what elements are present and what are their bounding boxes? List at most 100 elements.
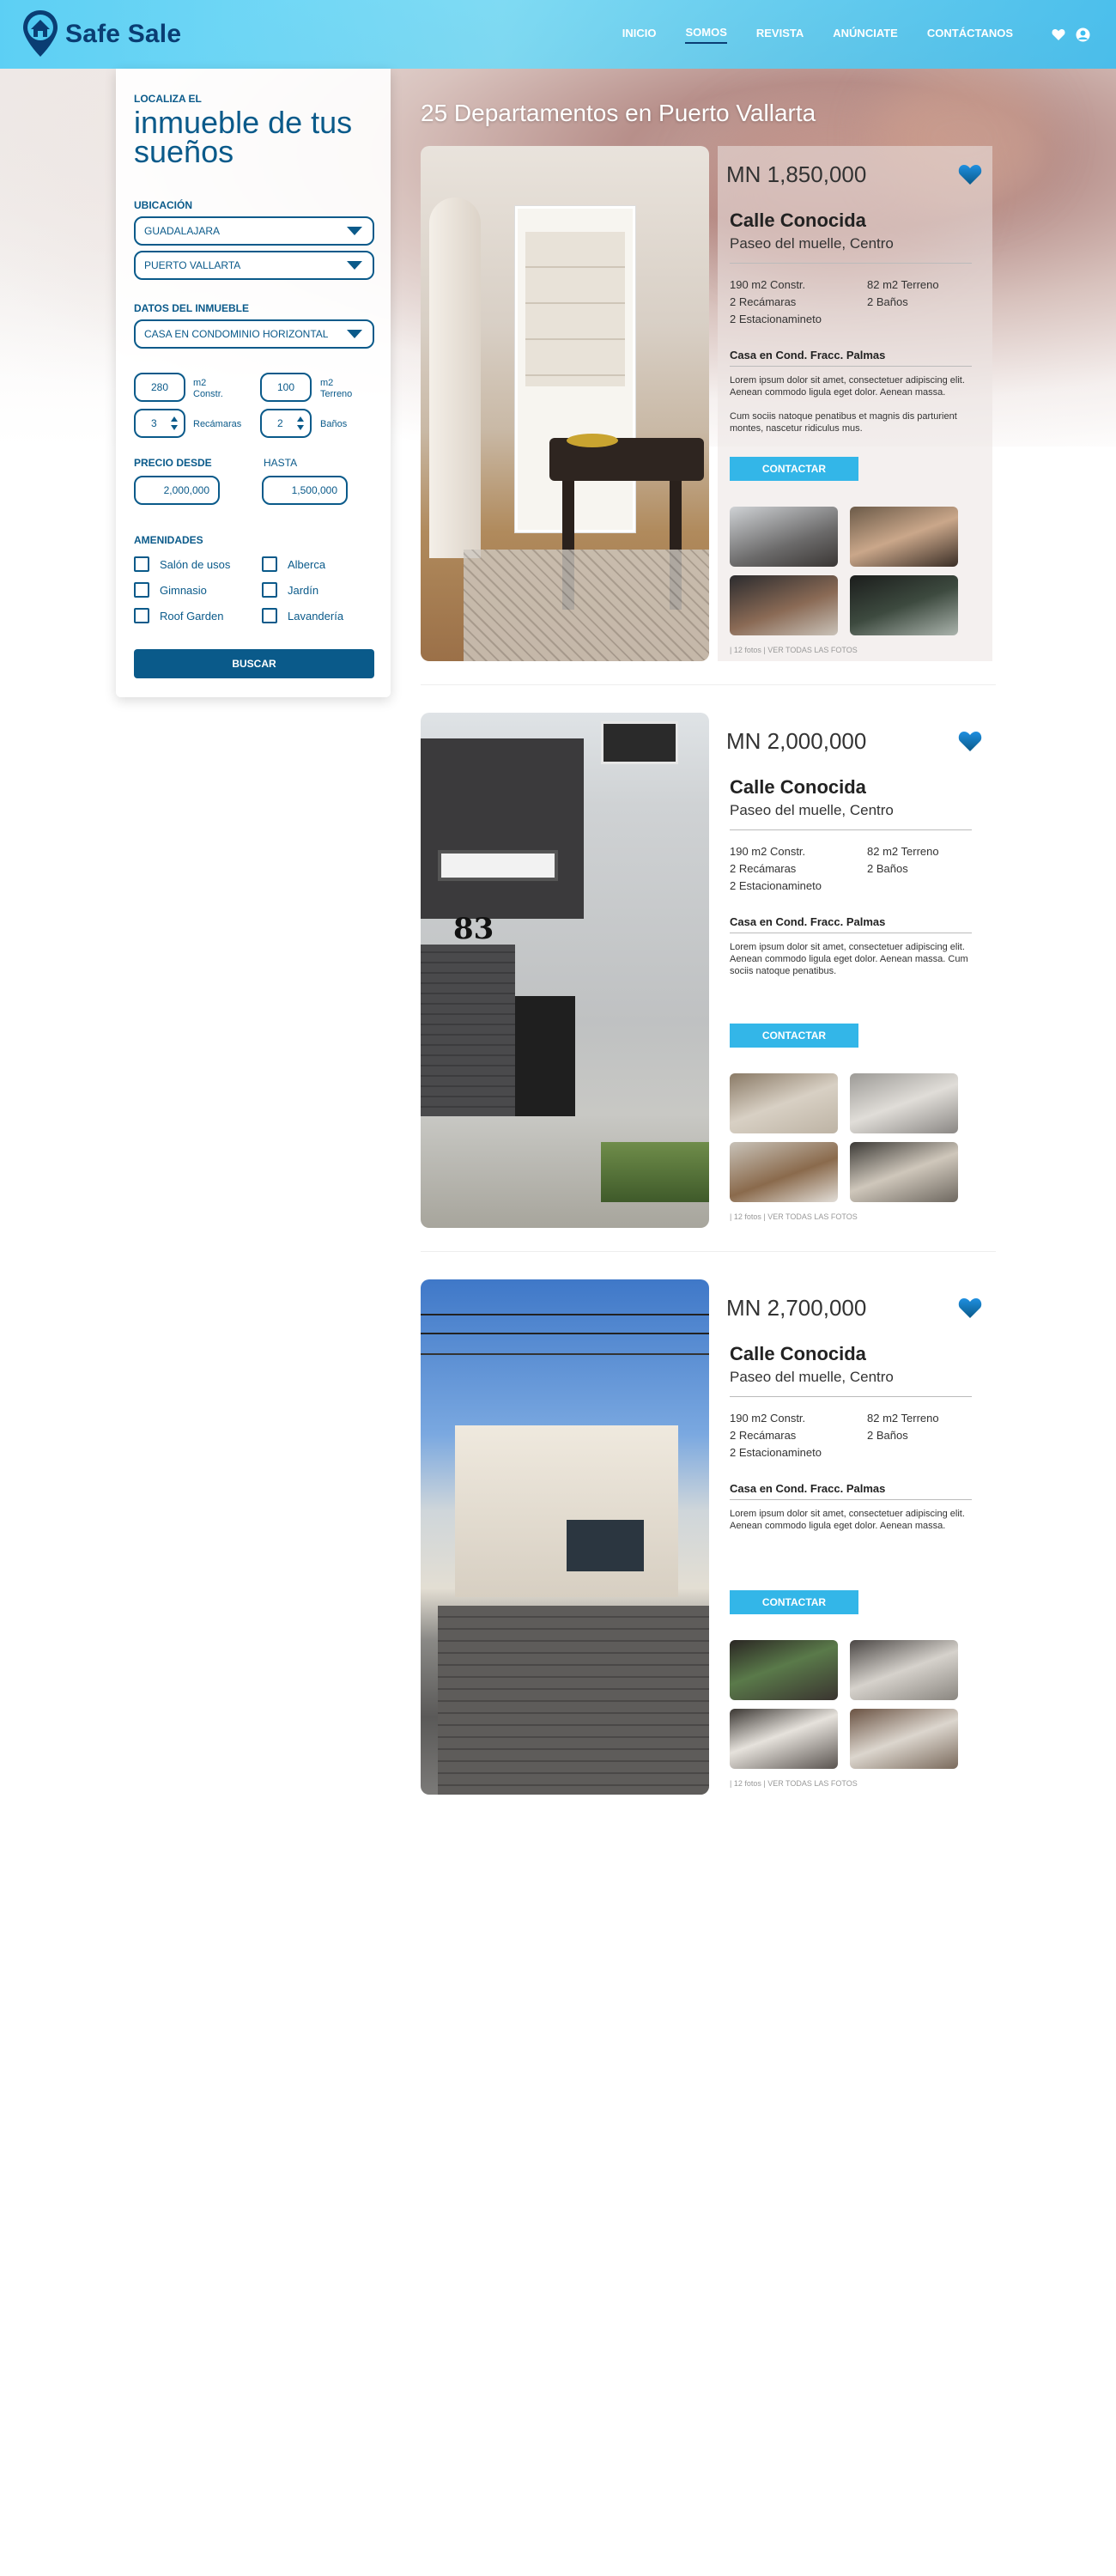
feature-terreno: 82 m2 Terreno <box>867 278 939 291</box>
recamaras-unit: Recámaras <box>193 419 242 429</box>
checkbox-icon <box>134 582 149 598</box>
listing-thumbnail[interactable] <box>730 575 838 635</box>
constr-input[interactable]: 280 <box>134 373 185 402</box>
price-to-label: HASTA <box>264 457 298 469</box>
listing-thumbnail[interactable] <box>850 507 958 567</box>
heart-icon[interactable] <box>1051 27 1066 43</box>
price-from-input[interactable]: 2,000,000 <box>134 476 220 505</box>
listing-thumbnail[interactable] <box>850 575 958 635</box>
listing-description: Lorem ipsum dolor sit amet, consectetuer… <box>730 1509 965 1531</box>
listing-area: Paseo del muelle, Centro <box>730 235 894 252</box>
amenity-label: Lavandería <box>288 609 344 623</box>
recamaras-value: 3 <box>151 417 157 429</box>
listing-price: MN 2,000,000 <box>726 728 867 754</box>
listing-thumbnail[interactable] <box>730 1640 838 1700</box>
listing-photo[interactable] <box>421 146 709 661</box>
listing-description: Cum sociis natoque penatibus et magnis d… <box>730 411 957 434</box>
terreno-value: 100 <box>276 381 295 393</box>
feature-estacionamiento: 2 Estacionamineto <box>730 1446 822 1459</box>
listing-photo[interactable]: 83 <box>421 713 709 1228</box>
contact-button[interactable]: CONTACTAR <box>730 1024 858 1048</box>
listing-separator <box>421 1251 996 1252</box>
listing-thumbnail[interactable] <box>730 1709 838 1769</box>
listing-thumbnail[interactable] <box>730 507 838 567</box>
amenity-checkbox[interactable]: Alberca <box>262 556 325 572</box>
state-select-value: GUADALAJARA <box>144 225 221 237</box>
brand-name: Safe Sale <box>65 20 182 48</box>
banos-stepper[interactable]: 2 <box>260 409 312 438</box>
main-nav: INICIO SOMOS REVISTA ANÚNCIATE CONTÁCTAN… <box>593 26 1090 44</box>
listing-description: Lorem ipsum dolor sit amet, consectetuer… <box>730 942 968 976</box>
amenity-checkbox[interactable]: Jardín <box>262 582 318 598</box>
divider <box>730 1499 972 1500</box>
listing-price: MN 2,700,000 <box>726 1295 867 1321</box>
listing-thumbnail[interactable] <box>730 1073 838 1133</box>
listing-photo[interactable] <box>421 1279 709 1795</box>
amenity-label: Roof Garden <box>160 609 224 623</box>
listing-street: Calle Conocida <box>730 776 866 798</box>
stepper-arrows-icon[interactable] <box>170 416 179 431</box>
feature-terreno: 82 m2 Terreno <box>867 845 939 858</box>
amenity-checkbox[interactable]: Gimnasio <box>134 582 207 598</box>
terreno-input[interactable]: 100 <box>260 373 312 402</box>
feature-estacionamiento: 2 Estacionamineto <box>730 313 822 325</box>
favorite-heart-icon[interactable] <box>958 730 982 752</box>
amenity-checkbox[interactable]: Roof Garden <box>134 608 223 623</box>
favorite-heart-icon[interactable] <box>958 163 982 185</box>
listing-card: MN 1,850,000 Calle Conocida Paseo del mu… <box>421 146 992 661</box>
chevron-down-icon <box>347 227 362 235</box>
nav-item-inicio[interactable]: INICIO <box>622 27 657 43</box>
listing-street: Calle Conocida <box>730 1343 866 1364</box>
price-to-input[interactable]: 1,500,000 <box>262 476 348 505</box>
banos-value: 2 <box>277 417 283 429</box>
feature-banos: 2 Baños <box>867 862 908 875</box>
type-select[interactable]: CASA EN CONDOMINIO HORIZONTAL <box>134 319 374 349</box>
top-header: Safe Sale INICIO SOMOS REVISTA ANÚNCIATE… <box>0 0 1116 69</box>
listing-thumbnail[interactable] <box>730 1142 838 1202</box>
banos-unit: Baños <box>320 419 348 429</box>
feature-estacionamiento: 2 Estacionamineto <box>730 879 822 892</box>
feature-banos: 2 Baños <box>867 295 908 308</box>
property-label: DATOS DEL INMUEBLE <box>134 302 250 314</box>
checkbox-icon <box>134 608 149 623</box>
amenity-checkbox[interactable]: Salón de usos <box>134 556 230 572</box>
constr-unit: m2 Constr. <box>193 378 223 399</box>
checkbox-icon <box>134 556 149 572</box>
stepper-arrows-icon[interactable] <box>296 416 305 431</box>
terreno-unit: m2 Terreno <box>320 378 353 399</box>
listing-card: 83 MN 2,000,000 Calle Conocida Paseo del… <box>421 713 987 1228</box>
feature-constr: 190 m2 Constr. <box>730 278 806 291</box>
nav-item-revista[interactable]: REVISTA <box>756 27 804 43</box>
listing-thumbnail[interactable] <box>850 1640 958 1700</box>
city-select[interactable]: PUERTO VALLARTA <box>134 251 374 280</box>
nav-item-contactanos[interactable]: CONTÁCTANOS <box>927 27 1013 43</box>
listing-thumbnail[interactable] <box>850 1142 958 1202</box>
listing-street: Calle Conocida <box>730 210 866 231</box>
price-from-label: PRECIO DESDE <box>134 457 212 469</box>
user-icon[interactable] <box>1075 27 1090 43</box>
listing-thumbnail[interactable] <box>850 1073 958 1133</box>
contact-button[interactable]: CONTACTAR <box>730 1590 858 1614</box>
search-button[interactable]: BUSCAR <box>134 649 374 678</box>
price-from-value: 2,000,000 <box>163 484 209 496</box>
listing-thumbnail[interactable] <box>850 1709 958 1769</box>
recamaras-stepper[interactable]: 3 <box>134 409 185 438</box>
amenity-label: Jardín <box>288 583 319 597</box>
view-all-photos-link[interactable]: | 12 fotos | VER TODAS LAS FOTOS <box>730 1779 858 1788</box>
feature-terreno: 82 m2 Terreno <box>867 1412 939 1425</box>
state-select[interactable]: GUADALAJARA <box>134 216 374 246</box>
view-all-photos-link[interactable]: | 12 fotos | VER TODAS LAS FOTOS <box>730 646 858 654</box>
amenity-label: Salón de usos <box>160 557 231 571</box>
nav-item-anunciate[interactable]: ANÚNCIATE <box>833 27 898 43</box>
checkbox-icon <box>262 608 277 623</box>
results-title: 25 Departamentos en Puerto Vallarta <box>421 100 816 126</box>
feature-recamaras: 2 Recámaras <box>730 1429 797 1442</box>
contact-button[interactable]: CONTACTAR <box>730 457 858 481</box>
favorite-heart-icon[interactable] <box>958 1297 982 1319</box>
listing-area: Paseo del muelle, Centro <box>730 1369 894 1385</box>
listing-description: Lorem ipsum dolor sit amet, consectetuer… <box>730 375 965 398</box>
logo[interactable]: Safe Sale <box>21 9 181 60</box>
amenity-checkbox[interactable]: Lavandería <box>262 608 343 623</box>
view-all-photos-link[interactable]: | 12 fotos | VER TODAS LAS FOTOS <box>730 1212 858 1221</box>
nav-item-somos[interactable]: SOMOS <box>685 26 727 44</box>
